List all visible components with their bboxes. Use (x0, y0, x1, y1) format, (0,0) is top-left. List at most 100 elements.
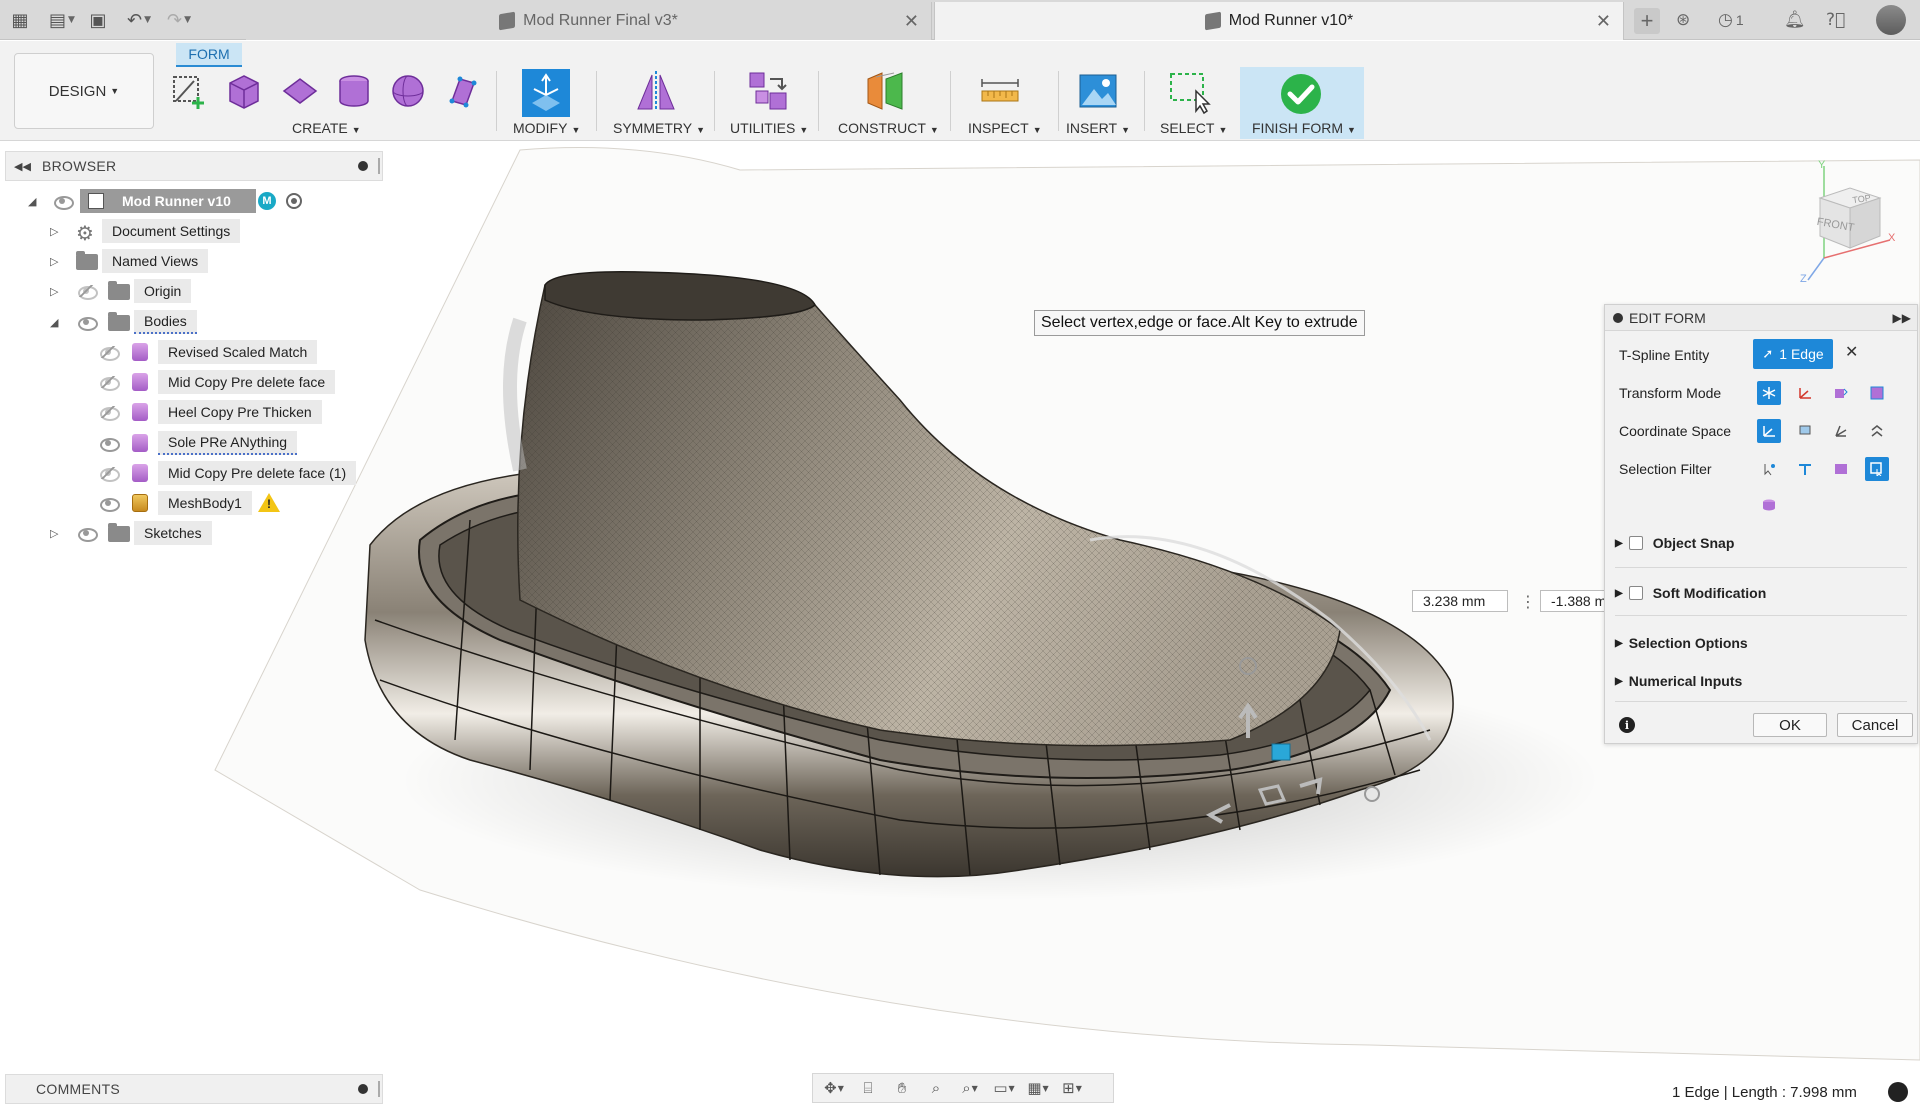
orbit-icon[interactable]: ✥ ▼ (821, 1078, 847, 1098)
expand-arrow-icon[interactable]: ▷ (50, 285, 62, 298)
selection-options-section[interactable]: ▶ Selection Options (1615, 635, 1748, 651)
app-grid-icon[interactable]: ▦ (8, 8, 32, 32)
construct-menu[interactable]: CONSTRUCT ▼ (838, 120, 939, 136)
visibility-eye-icon[interactable] (98, 437, 120, 452)
per-entity-space-icon[interactable] (1865, 419, 1889, 443)
notifications-bell-icon[interactable]: 🔔︎ (1784, 8, 1806, 32)
plane-icon[interactable] (280, 71, 320, 111)
numerical-inputs-section[interactable]: ▶ Numerical Inputs (1615, 673, 1742, 689)
face-icon[interactable] (442, 71, 482, 111)
inspect-menu[interactable]: INSPECT ▼ (968, 120, 1042, 136)
tab-mod-runner-final-v3[interactable]: Mod Runner Final v3* ✕ (246, 2, 932, 40)
job-status-icon[interactable]: ◷ 1 (1718, 8, 1744, 32)
finish-form-menu[interactable]: FINISH FORM ▼ (1252, 120, 1356, 136)
expand-arrow-icon[interactable]: ▷ (50, 527, 62, 540)
vertex-filter-icon[interactable] (1757, 457, 1781, 481)
info-icon[interactable]: i (1619, 717, 1635, 733)
fit-zoom-icon[interactable]: ⌕ ▼ (957, 1078, 983, 1098)
local-space-icon[interactable] (1829, 419, 1853, 443)
clear-selection-icon[interactable]: ✕ (1845, 342, 1858, 361)
insert-canvas-icon[interactable] (1078, 71, 1118, 111)
merge-badge-icon[interactable]: M (258, 192, 276, 210)
visibility-eye-icon[interactable] (76, 527, 98, 542)
tab-form[interactable]: FORM (176, 43, 242, 67)
modify-menu[interactable]: MODIFY ▼ (513, 120, 580, 136)
scale-mode-icon[interactable] (1865, 381, 1889, 405)
user-avatar[interactable] (1876, 5, 1906, 35)
display-settings-icon[interactable]: ▭ ▼ (991, 1078, 1017, 1098)
browser-panel-header[interactable]: ◀◀ BROWSER (5, 151, 383, 181)
finish-form-checkmark-icon[interactable] (1280, 73, 1322, 115)
comments-panel-header[interactable]: COMMENTS (5, 1074, 383, 1104)
visibility-hidden-eye-icon[interactable] (98, 346, 120, 361)
edge-filter-icon[interactable] (1793, 457, 1817, 481)
construct-plane-icon[interactable] (864, 69, 908, 113)
object-snap-section[interactable]: ▶ Object Snap (1615, 535, 1734, 551)
extensions-icon[interactable]: ⊛ (1676, 8, 1690, 32)
body-filter-icon[interactable] (1757, 493, 1781, 517)
close-tab-icon[interactable]: ✕ (1596, 11, 1611, 32)
soft-modification-section[interactable]: ▶ Soft Modification (1615, 585, 1766, 601)
tab-mod-runner-v10[interactable]: Mod Runner v10* ✕ (934, 2, 1624, 40)
rotate-mode-icon[interactable] (1829, 381, 1853, 405)
face-filter-icon[interactable] (1829, 457, 1853, 481)
warning-icon[interactable]: ! (258, 493, 280, 512)
select-window-icon[interactable] (1168, 71, 1212, 115)
visibility-eye-icon[interactable] (52, 195, 74, 210)
convert-utilities-icon[interactable] (746, 69, 790, 113)
visibility-hidden-eye-icon[interactable] (98, 467, 120, 482)
visibility-eye-icon[interactable] (76, 316, 98, 331)
edit-form-icon[interactable] (522, 69, 570, 117)
edit-form-header[interactable]: EDIT FORM ▶▶ (1605, 305, 1917, 331)
zoom-icon[interactable]: ⌕ (923, 1078, 949, 1098)
dimension-input-x[interactable]: 3.238 mm (1412, 590, 1508, 612)
file-menu-icon[interactable]: ▤ ▼ (44, 8, 80, 32)
insert-menu[interactable]: INSERT ▼ (1066, 120, 1130, 136)
cylinder-icon[interactable] (334, 71, 374, 111)
help-icon[interactable]: ?⃝ (1826, 8, 1845, 32)
collapse-arrow-icon[interactable]: ◢ (50, 316, 62, 329)
object-snap-checkbox[interactable] (1628, 536, 1643, 550)
collapse-arrow-icon[interactable]: ◢ (28, 195, 40, 208)
add-comment-icon[interactable] (358, 1084, 368, 1094)
undo-icon[interactable]: ↶ ▼ (122, 8, 156, 32)
expand-arrow-icon[interactable]: ▷ (50, 255, 62, 268)
look-at-icon[interactable]: ⌸ (855, 1078, 881, 1098)
panel-resize-grip[interactable] (378, 158, 380, 174)
utilities-menu[interactable]: UTILITIES ▼ (730, 120, 808, 136)
visibility-hidden-eye-icon[interactable] (98, 376, 120, 391)
sphere-icon[interactable] (388, 71, 428, 111)
create-menu[interactable]: CREATE ▼ (292, 120, 361, 136)
all-filter-icon[interactable] (1865, 457, 1889, 481)
dimension-options-icon[interactable]: ⋮ (1520, 592, 1536, 611)
status-indicator-icon[interactable] (1888, 1082, 1908, 1102)
panel-options-icon[interactable] (358, 161, 368, 171)
workspace-switcher[interactable]: DESIGN ▼ (14, 53, 154, 129)
collapse-panel-icon[interactable]: ◀◀ (14, 160, 31, 173)
close-tab-icon[interactable]: ✕ (904, 11, 919, 32)
grid-settings-icon[interactable]: ▦ ▼ (1025, 1078, 1051, 1098)
viewports-icon[interactable]: ⊞ ▼ (1059, 1078, 1085, 1098)
transform-multi-icon[interactable] (1757, 381, 1781, 405)
measure-ruler-icon[interactable] (980, 75, 1020, 111)
expand-arrow-icon[interactable]: ▷ (50, 225, 62, 238)
box-icon[interactable] (224, 71, 264, 111)
redo-icon[interactable]: ↷ ▼ (162, 8, 196, 32)
tspline-entity-selection[interactable]: ➚ 1 Edge (1753, 339, 1833, 369)
symmetry-menu[interactable]: SYMMETRY ▼ (613, 120, 705, 136)
translate-mode-icon[interactable] (1793, 381, 1817, 405)
soft-modification-checkbox[interactable] (1628, 586, 1643, 600)
visibility-hidden-eye-icon[interactable] (98, 406, 120, 421)
save-icon[interactable]: ▣ (86, 8, 110, 32)
mirror-symmetry-icon[interactable] (634, 69, 678, 113)
pan-hand-icon[interactable]: ✋︎ (889, 1078, 915, 1098)
visibility-hidden-eye-icon[interactable] (76, 285, 98, 300)
view-space-icon[interactable] (1793, 419, 1817, 443)
cancel-button[interactable]: Cancel (1837, 713, 1913, 737)
panel-resize-grip[interactable] (378, 1081, 380, 1097)
expand-dialog-icon[interactable]: ▶▶ (1893, 311, 1911, 325)
select-menu[interactable]: SELECT ▼ (1160, 120, 1227, 136)
world-space-icon[interactable] (1757, 419, 1781, 443)
create-form-sketch-icon[interactable] (170, 71, 210, 111)
dialog-options-icon[interactable] (1613, 312, 1623, 323)
